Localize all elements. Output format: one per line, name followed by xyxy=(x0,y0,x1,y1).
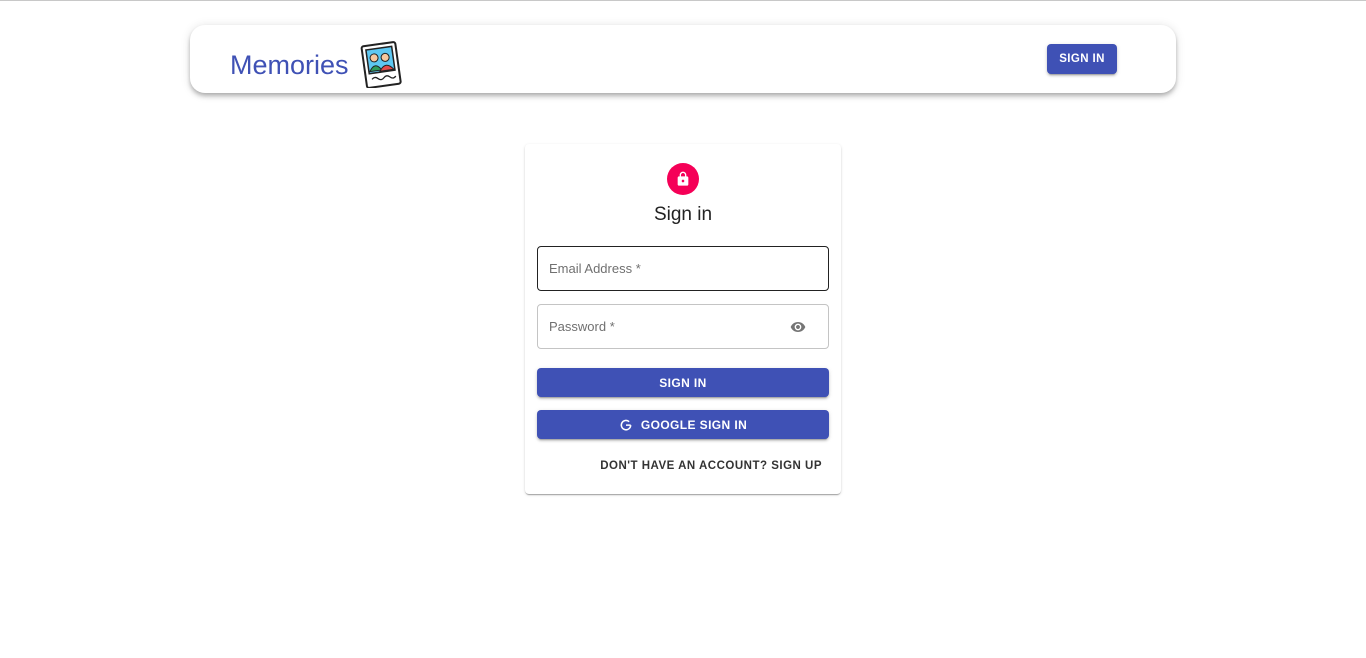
signin-card: Sign in Email Address * Password * SIGN … xyxy=(525,144,841,494)
google-signin-label: GOOGLE SIGN IN xyxy=(640,417,748,432)
email-label: Email Address * xyxy=(549,261,641,276)
google-signin-button[interactable]: GOOGLE SIGN IN xyxy=(537,410,829,439)
eye-icon[interactable] xyxy=(788,319,808,335)
lock-avatar xyxy=(667,163,699,195)
email-field[interactable]: Email Address * xyxy=(537,246,829,291)
signup-link[interactable]: DON'T HAVE AN ACCOUNT? SIGN UP xyxy=(600,460,822,472)
signin-title: Sign in xyxy=(653,204,713,225)
top-border xyxy=(0,0,1366,1)
app-bar: Memories SIGN IN xyxy=(190,25,1176,93)
password-label: Password * xyxy=(549,319,615,334)
app-title[interactable]: Memories xyxy=(230,48,349,82)
google-icon xyxy=(620,419,632,431)
password-field[interactable]: Password * xyxy=(537,304,829,349)
signin-button[interactable]: SIGN IN xyxy=(537,368,829,397)
photo-album-icon xyxy=(360,41,402,88)
lock-icon xyxy=(677,171,689,186)
brand: Memories xyxy=(230,41,403,88)
appbar-signin-button[interactable]: SIGN IN xyxy=(1047,44,1117,74)
